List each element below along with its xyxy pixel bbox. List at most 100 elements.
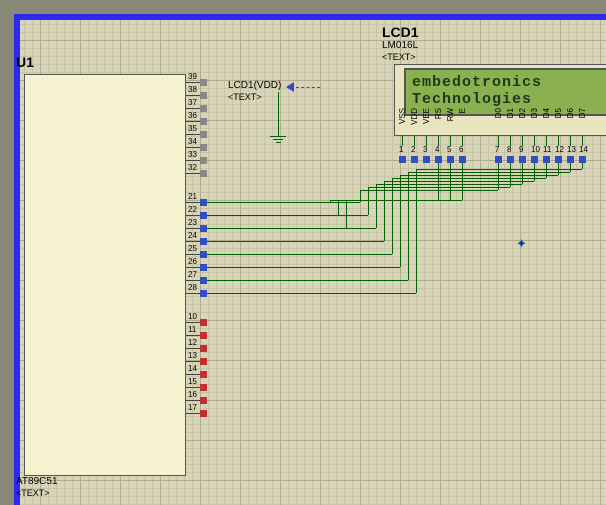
- pin-terminal[interactable]: [200, 118, 207, 125]
- pin-terminal[interactable]: [579, 156, 586, 163]
- pin-terminal[interactable]: [435, 156, 442, 163]
- u1-pin-num: 17: [188, 404, 197, 412]
- pin-terminal[interactable]: [200, 170, 207, 177]
- lcd-pin-num: 4: [435, 146, 439, 154]
- u1-text-tag: <TEXT>: [16, 488, 50, 498]
- u1-pin-num: 28: [188, 284, 197, 292]
- lcd-pin-num: 2: [411, 146, 415, 154]
- u1-pin-num: 11: [188, 326, 196, 334]
- lcd-pin-num: 1: [399, 146, 403, 154]
- pin-terminal[interactable]: [200, 144, 207, 151]
- pin-terminal[interactable]: [495, 156, 502, 163]
- u1-pin-num: 23: [188, 219, 197, 227]
- pin-terminal[interactable]: [200, 277, 207, 284]
- pin-terminal[interactable]: [200, 319, 207, 326]
- u1-pin-num: 26: [188, 258, 197, 266]
- pin-terminal[interactable]: [200, 397, 207, 404]
- lcd-ref: LCD1: [382, 24, 419, 40]
- u1-pin-num: 24: [188, 232, 197, 240]
- lcd-pin-num: 6: [459, 146, 463, 154]
- pin-terminal[interactable]: [200, 105, 207, 112]
- pin-terminal[interactable]: [200, 384, 207, 391]
- lcd-pin-name: D5: [554, 108, 563, 118]
- pin-terminal[interactable]: [200, 264, 207, 271]
- pin-terminal[interactable]: [543, 156, 550, 163]
- sheet-border-left: [14, 14, 20, 505]
- lcd-pin-num: 11: [543, 146, 551, 154]
- pin-terminal[interactable]: [519, 156, 526, 163]
- u1-pin-num: 37: [188, 99, 197, 107]
- pin-terminal[interactable]: [200, 238, 207, 245]
- probe-text-tag: <TEXT>: [228, 92, 262, 102]
- probe-label: LCD1(VDD): [228, 80, 281, 91]
- lcd-pin-num: 14: [579, 146, 588, 154]
- pin-terminal[interactable]: [200, 251, 207, 258]
- pin-terminal[interactable]: [423, 156, 430, 163]
- u1-pin-num: 32: [188, 164, 197, 172]
- pin-terminal[interactable]: [200, 92, 207, 99]
- pin-terminal[interactable]: [200, 410, 207, 417]
- u1-part: AT89C51: [16, 476, 58, 487]
- pin-terminal[interactable]: [200, 345, 207, 352]
- lcd-pin-num: 12: [555, 146, 564, 154]
- probe-dash: [296, 87, 320, 89]
- pin-terminal[interactable]: [200, 358, 207, 365]
- pin-terminal[interactable]: [200, 332, 207, 339]
- pin-terminal[interactable]: [200, 79, 207, 86]
- lcd-pin-name: D0: [494, 108, 503, 118]
- u1-pin-num: 39: [188, 73, 197, 81]
- pin-terminal[interactable]: [200, 212, 207, 219]
- lcd-pin-name: RS: [434, 108, 443, 119]
- u1-pin-num: 34: [188, 138, 197, 146]
- u1-ref: U1: [16, 54, 34, 70]
- lcd-pin-num: 3: [423, 146, 427, 154]
- pin-terminal[interactable]: [200, 371, 207, 378]
- u1-pin-num: 25: [188, 245, 197, 253]
- ruler-vertical: [0, 0, 14, 505]
- pin-terminal[interactable]: [200, 225, 207, 232]
- pin-terminal[interactable]: [200, 131, 207, 138]
- lcd-pin-name: E: [458, 108, 467, 113]
- pin-terminal[interactable]: [531, 156, 538, 163]
- lcd-pin-num: 7: [495, 146, 499, 154]
- pin-terminal[interactable]: [447, 156, 454, 163]
- lcd-pin-name: RW: [446, 108, 455, 121]
- lcd-pin-num: 13: [567, 146, 576, 154]
- lcd-pin-num: 8: [507, 146, 511, 154]
- pin-terminal[interactable]: [459, 156, 466, 163]
- u1-pin-num: 12: [188, 339, 197, 347]
- lcd-pin-num: 10: [531, 146, 540, 154]
- lcd-part: LM016L: [382, 40, 418, 51]
- u1-pin-num: 35: [188, 125, 197, 133]
- pin-terminal[interactable]: [399, 156, 406, 163]
- u1-pin-num: 10: [188, 313, 197, 321]
- lcd-pin-name: VSS: [398, 108, 407, 124]
- pin-terminal[interactable]: [200, 157, 207, 164]
- lcd-pin-name: D2: [518, 108, 527, 118]
- lcd-text-tag: <TEXT>: [382, 52, 416, 62]
- u1-pin-num: 22: [188, 206, 197, 214]
- u1-body[interactable]: [24, 74, 186, 476]
- lcd-pin-name: D1: [506, 108, 515, 118]
- gnd-symbol: [270, 136, 286, 143]
- lcd-pin-name: D4: [542, 108, 551, 118]
- pin-terminal[interactable]: [200, 290, 207, 297]
- pin-terminal[interactable]: [555, 156, 562, 163]
- u1-pin-num: 27: [188, 271, 197, 279]
- lcd-pin-num: 5: [447, 146, 451, 154]
- u1-pin-num: 15: [188, 378, 197, 386]
- pin-terminal[interactable]: [507, 156, 514, 163]
- lcd-line2: Technologies: [412, 91, 606, 108]
- lcd-pin-name: VDD: [410, 108, 419, 125]
- gnd-stem: [278, 92, 279, 136]
- u1-pin-num: 21: [188, 193, 197, 201]
- lcd-line1: embedotronics: [412, 74, 606, 91]
- u1-pin-num: 13: [188, 352, 197, 360]
- pin-terminal[interactable]: [411, 156, 418, 163]
- pin-terminal[interactable]: [567, 156, 574, 163]
- lcd-pin-name: D7: [578, 108, 587, 118]
- u1-pin-num: 16: [188, 391, 197, 399]
- sheet-border-top: [14, 14, 606, 20]
- lcd-pin-num: 9: [519, 146, 523, 154]
- pin-terminal[interactable]: [200, 199, 207, 206]
